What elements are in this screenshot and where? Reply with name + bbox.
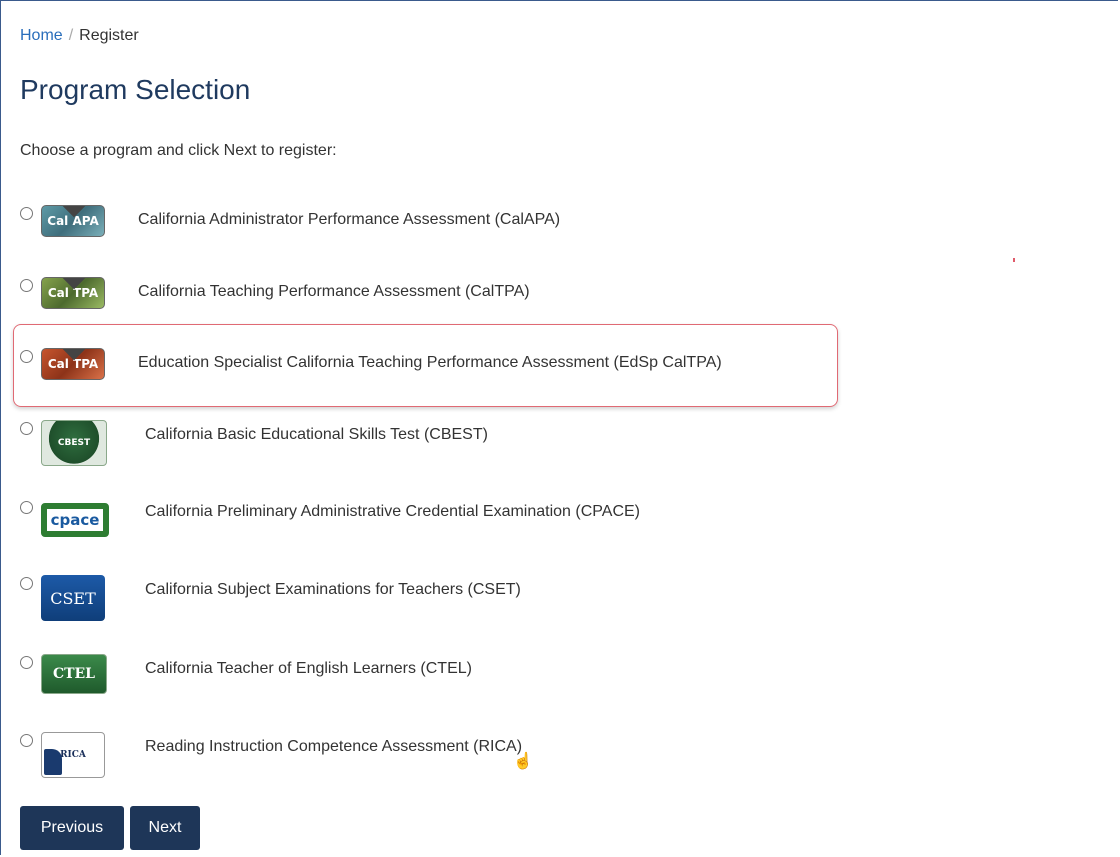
program-option-cset[interactable]: CSET California Subject Examinations for… <box>20 575 521 621</box>
radio-caltpa[interactable] <box>20 279 33 292</box>
ctel-logo-icon: CTEL <box>41 654 107 694</box>
cpace-logo-icon: cpace <box>41 503 109 537</box>
program-option-cbest[interactable]: CBEST California Basic Educational Skill… <box>20 420 488 466</box>
radio-cbest[interactable] <box>20 422 33 435</box>
breadcrumb: Home / Register <box>20 27 139 45</box>
next-button[interactable]: Next <box>130 806 200 850</box>
cbest-logo-icon: CBEST <box>41 420 107 466</box>
edsp-caltpa-logo-icon: Cal TPA <box>41 348 105 380</box>
program-label-ctel[interactable]: California Teacher of English Learners (… <box>145 660 472 678</box>
page-title: Program Selection <box>20 74 251 105</box>
radio-edsp-caltpa[interactable] <box>20 350 33 363</box>
cset-logo-icon: CSET <box>41 575 105 621</box>
program-option-edsp-caltpa[interactable]: Cal TPA Education Specialist California … <box>20 348 722 394</box>
radio-ctel[interactable] <box>20 656 33 669</box>
breadcrumb-home-link[interactable]: Home <box>20 27 63 44</box>
stray-mark <box>1013 258 1015 262</box>
rica-logo-icon: RICA <box>41 732 105 778</box>
hand-pointer-icon: ☝ <box>513 753 533 770</box>
caltpa-logo-icon: Cal TPA <box>41 277 105 309</box>
program-label-cset[interactable]: California Subject Examinations for Teac… <box>145 581 521 599</box>
program-label-edsp-caltpa[interactable]: Education Specialist California Teaching… <box>138 354 722 372</box>
breadcrumb-separator: / <box>68 27 74 44</box>
program-label-calapa[interactable]: California Administrator Performance Ass… <box>138 211 560 229</box>
program-label-rica[interactable]: Reading Instruction Competence Assessmen… <box>145 738 522 756</box>
radio-cset[interactable] <box>20 577 33 590</box>
program-option-calapa[interactable]: Cal APA California Administrator Perform… <box>20 205 560 251</box>
intro-text: Choose a program and click Next to regis… <box>20 142 337 159</box>
calapa-logo-icon: Cal APA <box>41 205 105 237</box>
radio-cpace[interactable] <box>20 501 33 514</box>
program-label-caltpa[interactable]: California Teaching Performance Assessme… <box>138 283 530 301</box>
radio-calapa[interactable] <box>20 207 33 220</box>
program-option-rica[interactable]: RICA Reading Instruction Competence Asse… <box>20 732 522 778</box>
program-option-ctel[interactable]: CTEL California Teacher of English Learn… <box>20 654 472 700</box>
radio-rica[interactable] <box>20 734 33 747</box>
program-label-cbest[interactable]: California Basic Educational Skills Test… <box>145 426 488 444</box>
program-option-caltpa[interactable]: Cal TPA California Teaching Performance … <box>20 277 530 323</box>
breadcrumb-current: Register <box>79 27 139 44</box>
previous-button[interactable]: Previous <box>20 806 124 850</box>
program-option-cpace[interactable]: cpace California Preliminary Administrat… <box>20 499 640 545</box>
program-label-cpace[interactable]: California Preliminary Administrative Cr… <box>145 503 640 521</box>
cpace-logo-text: cpace <box>46 509 104 531</box>
